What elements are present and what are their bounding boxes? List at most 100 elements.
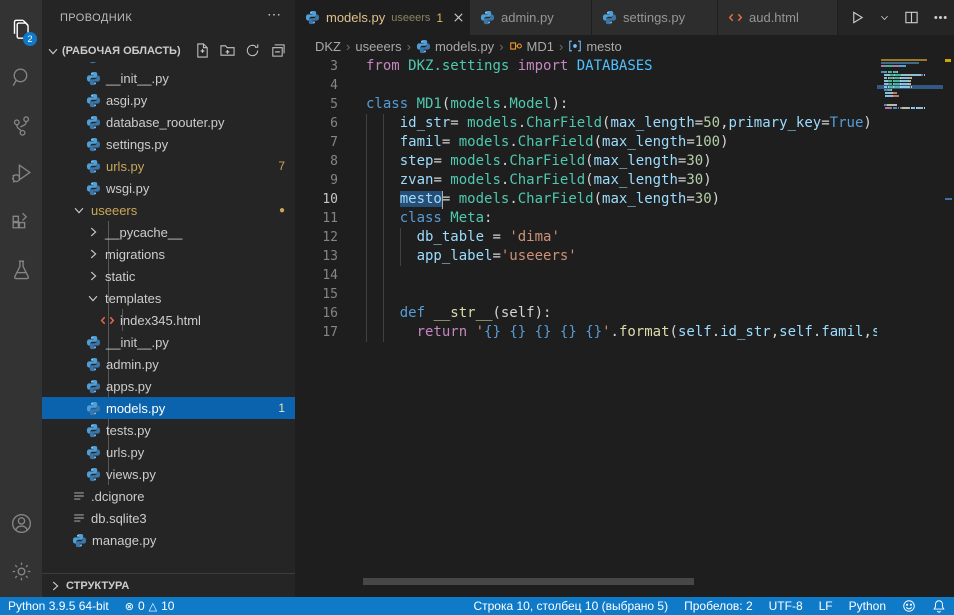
line-number: 7: [295, 133, 338, 152]
minimap-line: [881, 107, 941, 110]
status-cursor-position[interactable]: Строка 10, столбец 10 (выбрано 5): [465, 599, 676, 613]
tree-file-apps.py[interactable]: apps.py: [42, 375, 295, 397]
tree-folder-templates[interactable]: templates: [42, 287, 295, 309]
breadcrumb-item-useeers[interactable]: useeers: [355, 39, 401, 54]
activity-testing-icon[interactable]: [0, 246, 42, 292]
tree-file-manage.py[interactable]: manage.py: [42, 529, 295, 551]
feedback-smiley-icon[interactable]: [894, 599, 924, 613]
tree-file-admin.py[interactable]: admin.py: [42, 353, 295, 375]
status-right: Строка 10, столбец 10 (выбрано 5)Пробело…: [465, 599, 954, 613]
python-file-icon: [86, 335, 101, 350]
tree-item-label: .dcignore: [91, 489, 144, 504]
status-python-interpreter[interactable]: Python 3.9.5 64-bit: [0, 599, 117, 613]
python-file-icon: [86, 181, 101, 196]
workspace-section-header[interactable]: (РАБОЧАЯ ОБЛАСТЬ) ...: [42, 40, 295, 62]
tab-aud.html[interactable]: aud.html: [718, 0, 838, 35]
close-icon[interactable]: [451, 10, 466, 25]
code-line: class Meta:: [366, 209, 492, 228]
tree-item-label: __init__.py: [106, 335, 169, 350]
split-editor-icon[interactable]: [904, 10, 919, 25]
python-file-icon: [602, 10, 617, 25]
tree-folder-__pycache__[interactable]: __pycache__: [42, 221, 295, 243]
tree-item-label: __pycache__: [105, 225, 182, 240]
new-file-icon[interactable]: [195, 43, 210, 58]
tree-item-label: __init__.py: [106, 71, 169, 86]
python-file-icon: [86, 115, 101, 130]
tree-folder-useeers[interactable]: useeers●: [42, 199, 295, 221]
line-number: 9: [295, 171, 338, 190]
tab-settings.py[interactable]: settings.py: [592, 0, 718, 35]
refresh-icon[interactable]: [245, 43, 260, 58]
status-eol[interactable]: LF: [811, 599, 841, 613]
symbol-field-icon: [568, 39, 582, 53]
tree-file-asgi.py[interactable]: asgi.py: [42, 89, 295, 111]
tree-file-urls.py[interactable]: urls.py: [42, 441, 295, 463]
activity-explorer-icon[interactable]: 2: [0, 6, 42, 52]
activity-run-debug-icon[interactable]: [0, 150, 42, 196]
tree-item-label: wsgi.py: [106, 181, 149, 196]
activity-account-icon[interactable]: [0, 500, 42, 546]
tree-file-settings.py[interactable]: settings.py: [42, 133, 295, 155]
warning-count: 10: [161, 599, 174, 613]
outline-label: СТРУКТУРА: [66, 580, 129, 592]
code-line: id_str= models.CharField(max_length=50,p…: [366, 114, 872, 133]
tree-file-db.sqlite3[interactable]: db.sqlite3: [42, 507, 295, 529]
python-file-icon: [416, 39, 431, 54]
tree-item-label: templates: [105, 291, 161, 306]
code-line: app_label='useeers': [366, 247, 577, 266]
overview-ruler: [943, 57, 954, 585]
workspace-label: (РАБОЧАЯ ОБЛАСТЬ) ...: [62, 45, 180, 57]
activity-source-control-icon[interactable]: [0, 102, 42, 148]
tree-file-urls.py[interactable]: urls.py7: [42, 155, 295, 177]
tree-item-label: useeers: [91, 203, 137, 218]
sidebar-more-icon[interactable]: ⋯: [267, 6, 281, 23]
tree-file-index345.html[interactable]: index345.html: [42, 309, 295, 331]
activity-search-icon[interactable]: [0, 54, 42, 100]
tree-file-database_roouter.py[interactable]: database_roouter.py: [42, 111, 295, 133]
tree-file-__init__.py[interactable]: __init__.py: [42, 331, 295, 353]
new-folder-icon[interactable]: [220, 43, 235, 58]
status-indentation[interactable]: Пробелов: 2: [676, 599, 761, 613]
activity-settings-gear-icon[interactable]: [0, 548, 42, 594]
breadcrumb-separator: ›: [346, 39, 350, 54]
run-dropdown-icon[interactable]: [879, 12, 890, 23]
notifications-bell-icon[interactable]: [924, 599, 954, 613]
status-problems[interactable]: ⊗0△10: [117, 599, 183, 613]
tab-models.py[interactable]: models.pyuseeers1: [295, 0, 470, 35]
run-button[interactable]: [850, 10, 865, 25]
tree-item-label: settings.py: [106, 137, 168, 152]
editor-more-icon[interactable]: [933, 10, 948, 25]
collapse-all-icon[interactable]: [270, 43, 285, 58]
tree-file-__init__.py[interactable]: __init__.py: [42, 67, 295, 89]
status-language[interactable]: Python: [841, 599, 894, 613]
tree-file-.dcignore[interactable]: .dcignore: [42, 485, 295, 507]
html-file-icon: [100, 313, 115, 328]
file-icon: [72, 489, 86, 503]
python-file-icon: [480, 10, 495, 25]
file-tree: indexelement__init__.pyasgi.pydatabase_r…: [42, 62, 295, 573]
html-file-icon: [728, 10, 743, 25]
breadcrumb-item-DKZ[interactable]: DKZ: [315, 39, 341, 54]
horizontal-scrollbar[interactable]: [363, 578, 694, 585]
minimap[interactable]: [877, 57, 943, 585]
python-file-icon: [305, 10, 320, 25]
tab-admin.py[interactable]: admin.py: [470, 0, 592, 35]
status-encoding[interactable]: UTF-8: [761, 599, 811, 613]
tree-folder-static[interactable]: static: [42, 265, 295, 287]
tree-file-wsgi.py[interactable]: wsgi.py: [42, 177, 295, 199]
breadcrumb-separator: ›: [499, 39, 503, 54]
outline-section-header[interactable]: СТРУКТУРА: [42, 573, 295, 597]
tree-file-models.py[interactable]: models.py1: [42, 397, 295, 419]
code-editor[interactable]: 3from DKZ.settings import DATABASES45cla…: [295, 57, 877, 585]
activity-extensions-icon[interactable]: [0, 198, 42, 244]
breadcrumb-item-mesto[interactable]: mesto: [568, 39, 621, 54]
tree-file-views.py[interactable]: views.py: [42, 463, 295, 485]
tree-file-tests.py[interactable]: tests.py: [42, 419, 295, 441]
breadcrumb-item-MD1[interactable]: MD1: [509, 39, 554, 54]
python-file-icon: [86, 137, 101, 152]
chevron-right-icon: [48, 579, 62, 593]
tree-folder-migrations[interactable]: migrations: [42, 243, 295, 265]
tree-item-label: models.py: [106, 401, 165, 416]
breadcrumb-label: mesto: [586, 39, 621, 54]
breadcrumb-item-models.py[interactable]: models.py: [416, 39, 494, 54]
